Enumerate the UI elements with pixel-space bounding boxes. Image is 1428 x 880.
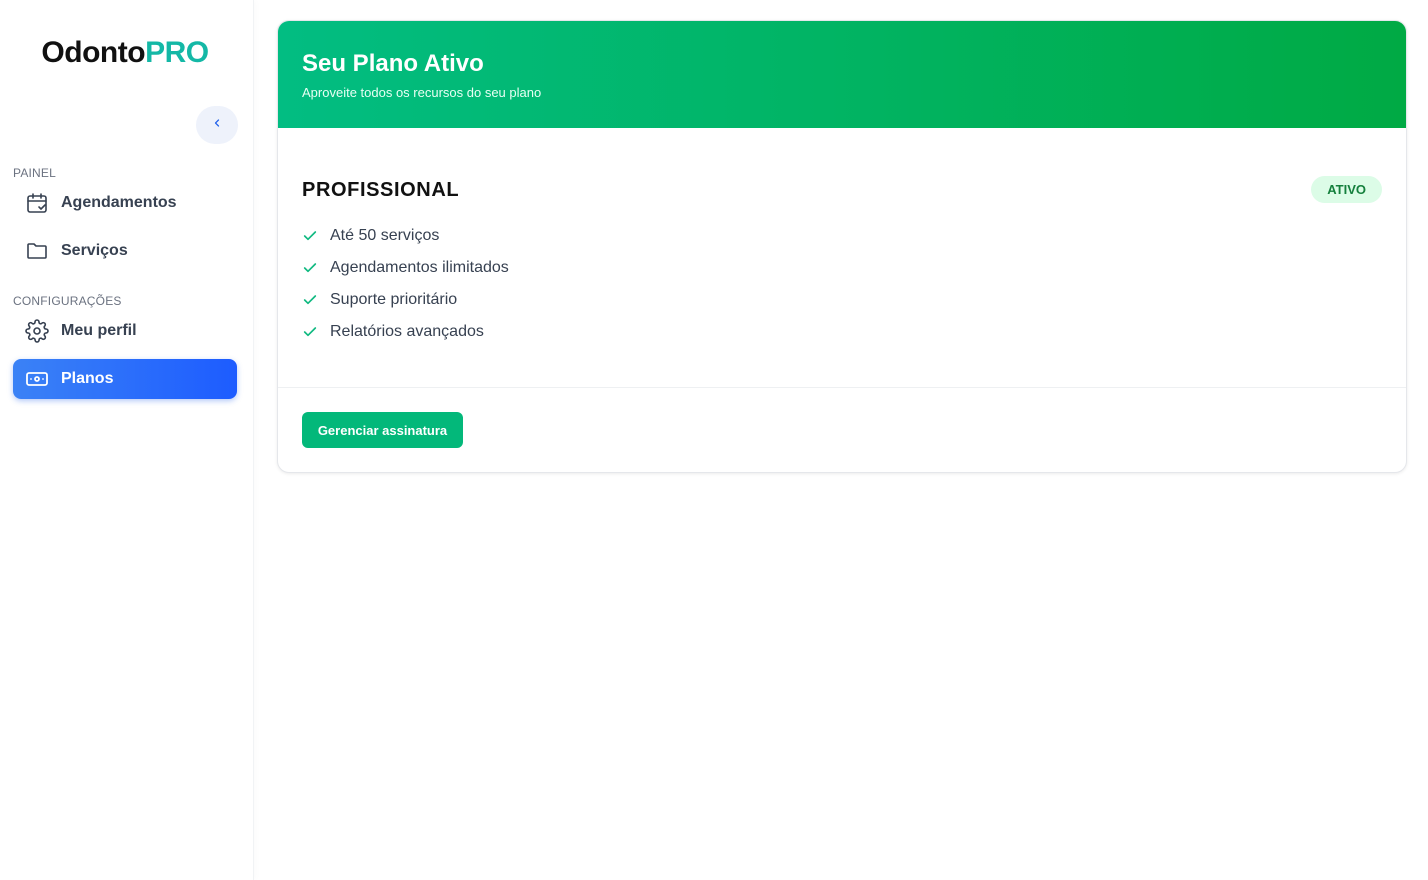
sidebar-item-label: Serviços	[61, 242, 128, 259]
feature-label: Agendamentos ilimitados	[330, 259, 509, 276]
feature-label: Até 50 serviços	[330, 227, 440, 244]
sidebar: OdontoPRO PAINEL Agendamentos Serviços C…	[0, 0, 254, 880]
feature-label: Relatórios avançados	[330, 323, 484, 340]
brand-name-part2: PRO	[145, 36, 209, 69]
card-title: Seu Plano Ativo	[302, 50, 484, 77]
feature-list: Até 50 serviços Agendamentos ilimitados …	[302, 220, 509, 348]
manage-subscription-button[interactable]: Gerenciar assinatura	[302, 412, 463, 448]
card-subtitle: Aproveite todos os recursos do seu plano	[302, 85, 542, 100]
sidebar-item-meu-perfil[interactable]: Meu perfil	[13, 311, 237, 351]
calendar-check-icon	[25, 191, 49, 215]
list-item: Até 50 serviços	[302, 220, 509, 252]
banknote-icon	[25, 367, 49, 391]
sidebar-item-servicos[interactable]: Serviços	[13, 231, 237, 271]
list-item: Relatórios avançados	[302, 316, 509, 348]
status-badge: ATIVO	[1311, 176, 1382, 203]
active-plan-card: Seu Plano Ativo Aproveite todos os recur…	[277, 20, 1407, 473]
plan-name: PROFISSIONAL	[302, 179, 460, 201]
list-item: Suporte prioritário	[302, 284, 509, 316]
sidebar-item-label: Meu perfil	[61, 322, 137, 339]
check-icon	[302, 292, 318, 308]
list-item: Agendamentos ilimitados	[302, 252, 509, 284]
brand-name-part1: Odonto	[41, 36, 146, 69]
folder-icon	[25, 239, 49, 263]
check-icon	[302, 260, 318, 276]
app-root: OdontoPRO PAINEL Agendamentos Serviços C…	[0, 0, 1428, 880]
collapse-sidebar-button[interactable]	[196, 106, 238, 144]
check-icon	[302, 324, 318, 340]
check-icon	[302, 228, 318, 244]
brand-logo: OdontoPRO	[0, 36, 250, 70]
section-label-configuracoes: CONFIGURAÇÕES	[13, 294, 122, 308]
sidebar-item-label: Agendamentos	[61, 194, 177, 211]
section-label-painel: PAINEL	[13, 166, 56, 180]
divider	[278, 387, 1406, 388]
feature-label: Suporte prioritário	[330, 291, 458, 308]
sidebar-item-planos[interactable]: Planos	[13, 359, 237, 399]
gear-icon	[25, 319, 49, 343]
sidebar-item-agendamentos[interactable]: Agendamentos	[13, 183, 237, 223]
sidebar-item-label: Planos	[61, 370, 114, 387]
card-header: Seu Plano Ativo Aproveite todos os recur…	[278, 21, 1406, 128]
chevron-left-icon	[211, 116, 223, 134]
